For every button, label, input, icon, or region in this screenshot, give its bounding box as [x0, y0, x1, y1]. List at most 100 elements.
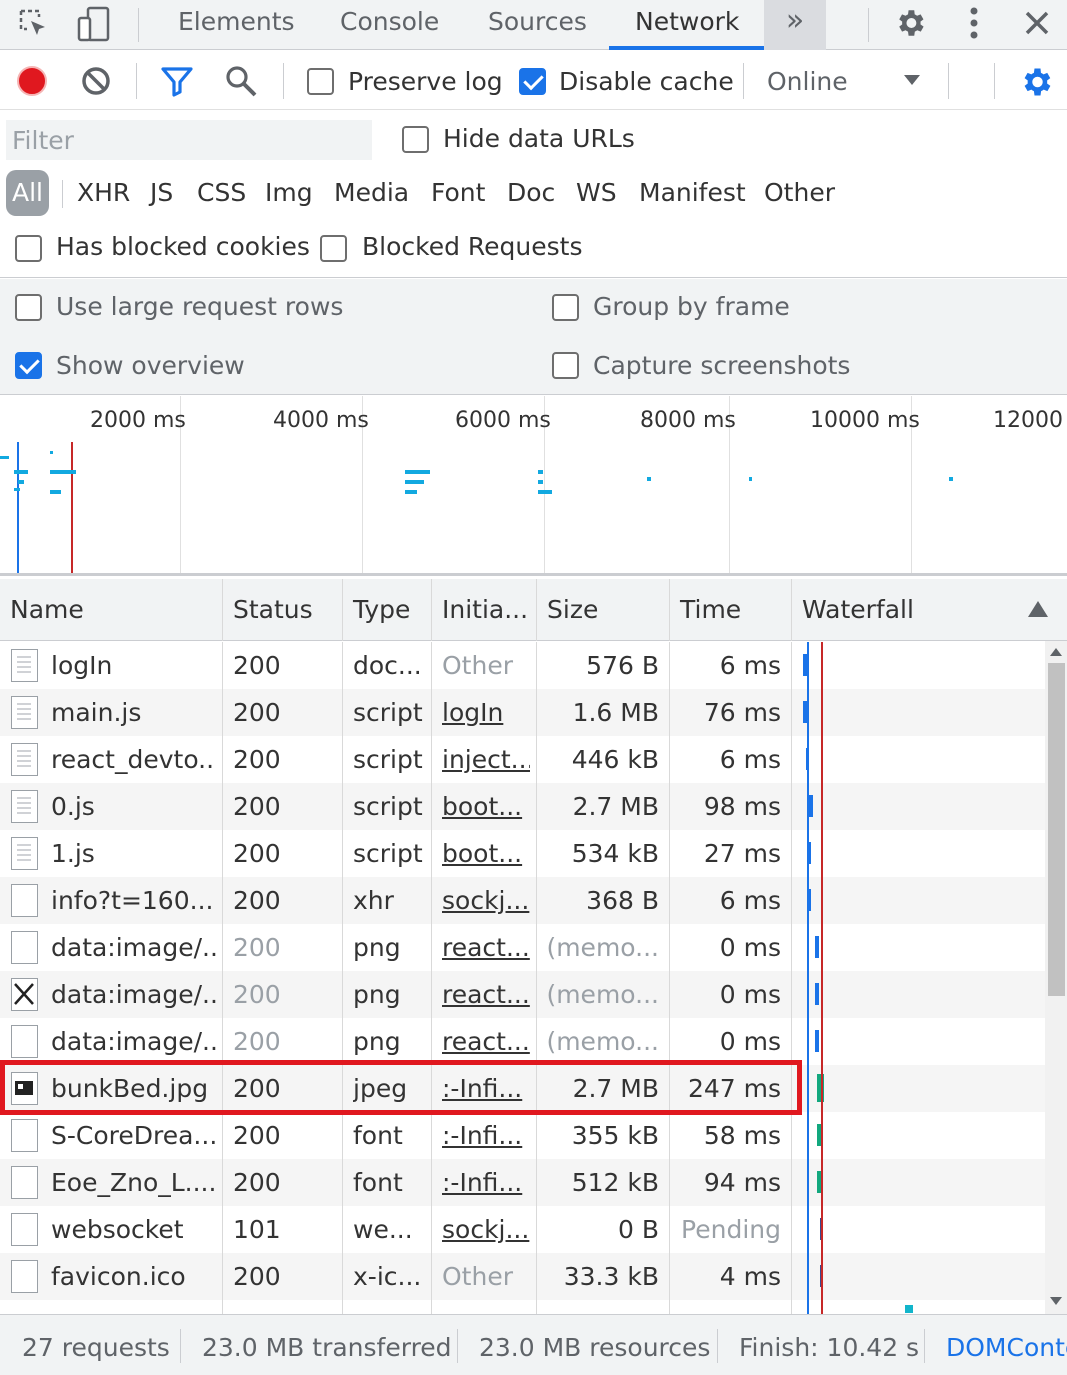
sort-ascending-icon[interactable]: [1027, 600, 1049, 618]
tab-sources[interactable]: Sources: [488, 0, 587, 50]
request-time: 6 ms: [719, 886, 781, 915]
request-initiator[interactable]: sockj...: [442, 877, 530, 924]
request-time: 6 ms: [719, 745, 781, 774]
preserve-log-checkbox[interactable]: [307, 68, 334, 95]
type-filter-js[interactable]: JS: [150, 170, 173, 216]
table-row[interactable]: [0, 1300, 1045, 1308]
request-name: S-CoreDrea...: [51, 1121, 216, 1150]
table-row[interactable]: data:image/... 200 png react... (memo... 0 ms: [0, 971, 1045, 1018]
inspect-element-icon[interactable]: [14, 4, 54, 44]
type-filter-img[interactable]: Img: [265, 170, 313, 216]
request-name: info?t=160...: [51, 886, 214, 915]
scroll-down-icon[interactable]: [1050, 1297, 1062, 1305]
request-time: Pending: [681, 1215, 781, 1244]
more-tabs-button[interactable]: »: [764, 0, 826, 50]
waterfall-bar: [803, 701, 808, 723]
table-header: Name Status Type Initia... Size Time Wat…: [0, 579, 1067, 641]
type-filter-css[interactable]: CSS: [197, 170, 246, 216]
table-row[interactable]: S-CoreDrea... 200 font:-Infi... 355 kB 58 ms: [0, 1112, 1045, 1159]
request-size: 534 kB: [571, 839, 659, 868]
request-initiator[interactable]: react...: [442, 971, 530, 1018]
type-filter-xhr[interactable]: XHR: [77, 170, 130, 216]
tab-console[interactable]: Console: [340, 0, 439, 50]
disable-cache-checkbox[interactable]: [519, 68, 546, 95]
request-type: png: [353, 1027, 401, 1056]
type-filter-font[interactable]: Font: [431, 170, 485, 216]
filter-funnel-icon[interactable]: [158, 63, 196, 99]
network-settings-gear-icon[interactable]: [1016, 62, 1056, 102]
table-row[interactable]: main.js 200 script logIn 1.6 MB 76 ms: [0, 689, 1045, 736]
request-initiator[interactable]: inject...: [442, 736, 530, 783]
type-filter-media[interactable]: Media: [334, 170, 409, 216]
request-type: script: [353, 792, 423, 821]
file-icon: [11, 743, 38, 776]
request-time: 6 ms: [719, 651, 781, 680]
search-icon[interactable]: [222, 63, 260, 99]
type-filter-other[interactable]: Other: [764, 170, 835, 216]
type-filter-manifest[interactable]: Manifest: [639, 170, 746, 216]
column-header-name[interactable]: Name: [0, 579, 222, 641]
tab-network[interactable]: Network: [635, 0, 739, 50]
column-header-time[interactable]: Time: [670, 579, 790, 641]
request-initiator[interactable]: logIn: [442, 689, 530, 736]
request-name: data:image/...: [51, 933, 216, 962]
request-initiator[interactable]: react...: [442, 1018, 530, 1065]
request-initiator[interactable]: :-Infi...: [442, 1112, 530, 1159]
blocked-requests-checkbox[interactable]: [320, 235, 347, 262]
network-overview[interactable]: 2000 ms 4000 ms 6000 ms 8000 ms 10000 ms…: [0, 396, 1067, 576]
request-initiator[interactable]: react...: [442, 924, 530, 971]
hide-data-urls-checkbox[interactable]: [402, 126, 429, 153]
has-blocked-cookies-checkbox[interactable]: [15, 235, 42, 262]
request-status: 200: [233, 651, 281, 680]
column-header-status[interactable]: Status: [223, 579, 342, 641]
table-row[interactable]: Eoe_Zno_L.... 200 font:-Infi... 512 kB 94 ms: [0, 1159, 1045, 1206]
table-row[interactable]: favicon.ico 200 x-ic... Other 33.3 kB 4 ms: [0, 1253, 1045, 1300]
type-filter-ws[interactable]: WS: [576, 170, 617, 216]
more-options-icon[interactable]: [956, 3, 992, 43]
table-row[interactable]: data:image/... 200 png react... (memo... 0 ms: [0, 924, 1045, 971]
domcontentloaded-time: DOMContentLoaded: [946, 1333, 1067, 1362]
table-row[interactable]: 1.js 200 script boot... 534 kB 27 ms: [0, 830, 1045, 877]
device-toolbar-icon[interactable]: [74, 2, 114, 46]
table-row[interactable]: 0.js 200 script boot... 2.7 MB 98 ms: [0, 783, 1045, 830]
close-devtools-icon[interactable]: [1018, 3, 1056, 43]
group-by-frame-checkbox[interactable]: [552, 294, 579, 321]
clear-icon[interactable]: [78, 63, 114, 99]
throttling-select[interactable]: Online: [755, 57, 935, 103]
table-row[interactable]: info?t=160... 200 xhr sockj... 368 B 6 ms: [0, 877, 1045, 924]
request-initiator[interactable]: :-Infi...: [442, 1159, 530, 1206]
use-large-rows-checkbox[interactable]: [15, 294, 42, 321]
waterfall-bar: [817, 1171, 822, 1193]
request-status: 200: [233, 1027, 281, 1056]
table-row[interactable]: react_devto... 200 script inject... 446 kB 6 …: [0, 736, 1045, 783]
devtools-tab-bar: Elements Console Sources Network »: [0, 0, 1067, 50]
table-scrollbar[interactable]: [1045, 641, 1067, 1314]
capture-screenshots-checkbox[interactable]: [552, 352, 579, 379]
request-count: 27 requests: [22, 1333, 170, 1362]
scrollbar-thumb[interactable]: [1048, 663, 1065, 996]
waterfall-bar: [817, 1124, 822, 1146]
tab-elements[interactable]: Elements: [178, 0, 295, 50]
show-overview-checkbox[interactable]: [15, 352, 42, 379]
column-header-type[interactable]: Type: [343, 579, 431, 641]
capture-screenshots-label: Capture screenshots: [593, 351, 851, 380]
request-initiator[interactable]: boot...: [442, 783, 530, 830]
record-icon[interactable]: [14, 63, 50, 99]
column-header-waterfall[interactable]: Waterfall: [792, 579, 1042, 641]
table-row[interactable]: logIn 200 doc... Other 576 B 6 ms: [0, 642, 1045, 689]
table-row[interactable]: websocket 101 we... sockj... 0 B Pending: [0, 1206, 1045, 1253]
type-filter-doc[interactable]: Doc: [507, 170, 555, 216]
table-row[interactable]: data:image/... 200 png react... (memo... 0 ms: [0, 1018, 1045, 1065]
has-blocked-cookies-label: Has blocked cookies: [56, 232, 310, 261]
settings-gear-icon[interactable]: [890, 3, 930, 43]
request-initiator[interactable]: sockj...: [442, 1206, 530, 1253]
waterfall-bar: [806, 748, 809, 770]
column-header-size[interactable]: Size: [537, 579, 669, 641]
request-time: 4 ms: [719, 1262, 781, 1291]
request-initiator[interactable]: boot...: [442, 830, 530, 877]
scroll-up-icon[interactable]: [1050, 648, 1062, 656]
type-filter-all[interactable]: All: [6, 170, 49, 216]
filter-input[interactable]: [6, 120, 372, 160]
request-initiator: Other: [442, 1262, 513, 1291]
column-header-initiator[interactable]: Initia...: [432, 579, 536, 641]
